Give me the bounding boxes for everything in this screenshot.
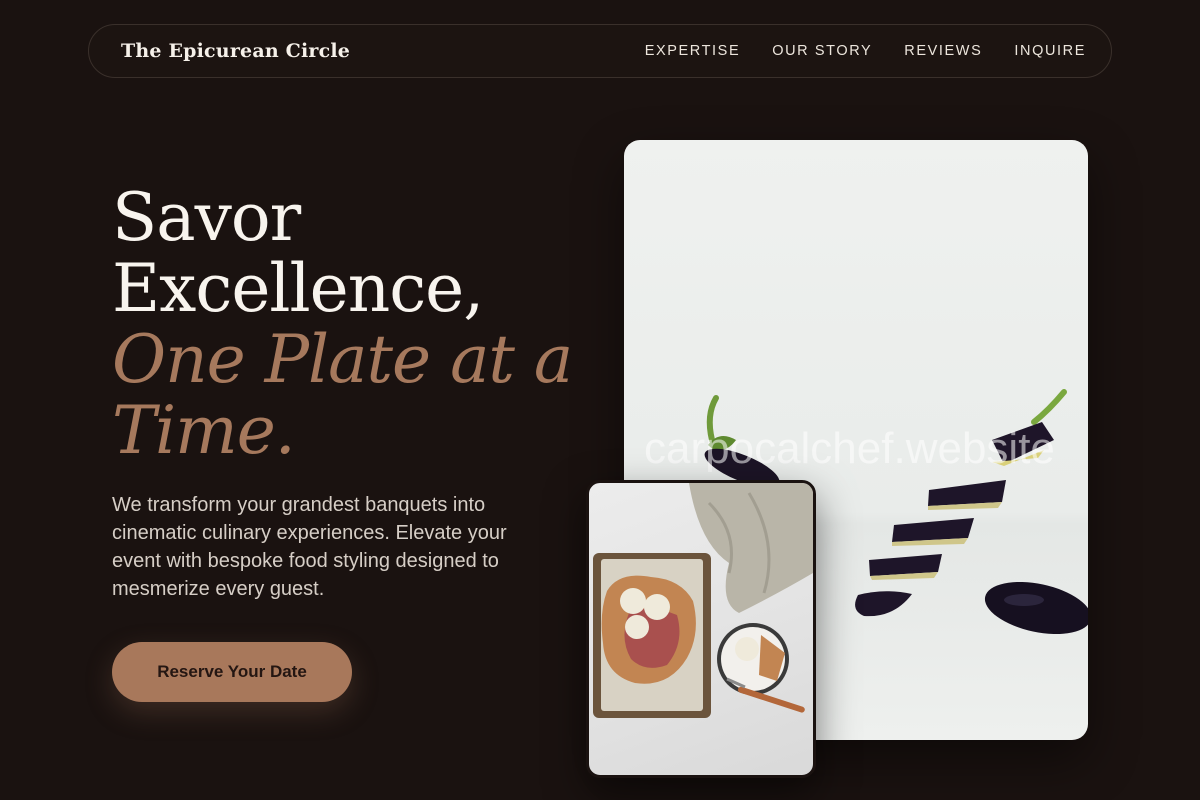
hero-title-accent-1: One Plate at a <box>112 321 573 398</box>
brand-logo[interactable]: The Epicurean Circle <box>121 40 350 62</box>
photo-watermark: carpocalchef.website <box>644 424 1055 473</box>
nav-link-reviews[interactable]: REVIEWS <box>904 43 982 59</box>
hero-title-line-2: Excellence, <box>112 250 484 327</box>
top-navigation: The Epicurean Circle EXPERTISE OUR STORY… <box>88 24 1112 78</box>
nav-links: EXPERTISE OUR STORY REVIEWS INQUIRE <box>645 43 1086 59</box>
galette-photo <box>586 480 816 778</box>
hero-title-line-1: Savor <box>112 179 301 256</box>
galette-illustration <box>593 483 813 718</box>
nav-link-inquire[interactable]: INQUIRE <box>1014 43 1086 59</box>
hero-title: Savor Excellence, One Plate at a Time. <box>112 182 592 466</box>
reserve-date-button[interactable]: Reserve Your Date <box>112 642 352 702</box>
nav-link-expertise[interactable]: EXPERTISE <box>645 43 741 59</box>
nav-link-our-story[interactable]: OUR STORY <box>772 43 872 59</box>
hero-description: We transform your grandest banquets into… <box>112 494 507 600</box>
hero-title-accent-2: Time. <box>112 392 296 469</box>
